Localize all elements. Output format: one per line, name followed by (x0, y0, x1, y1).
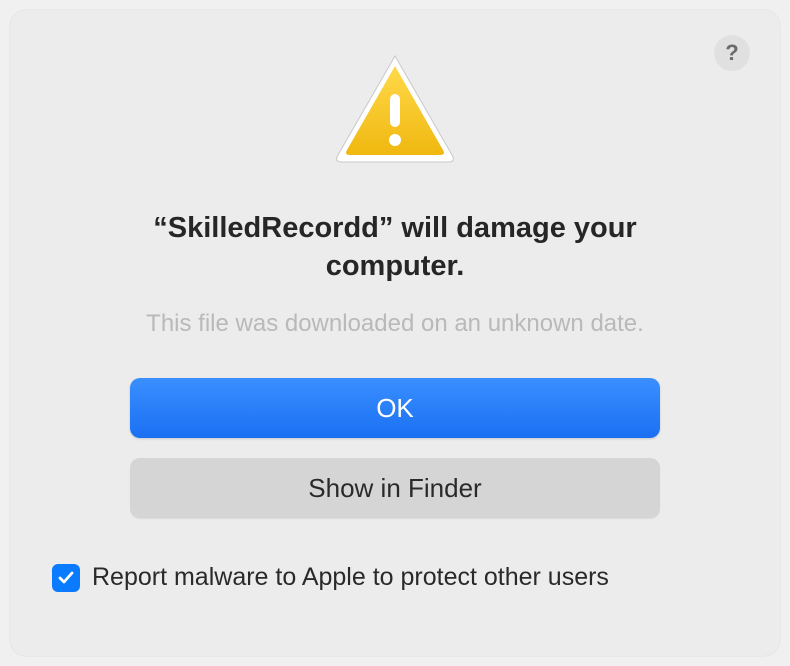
alert-dialog: ? “SkilledRecordd” will damage your comp… (10, 10, 780, 656)
report-malware-row: Report malware to Apple to protect other… (40, 563, 609, 592)
ok-button[interactable]: OK (130, 378, 660, 438)
warning-icon (330, 50, 460, 175)
report-malware-label: Report malware to Apple to protect other… (92, 563, 609, 592)
report-malware-checkbox[interactable] (52, 564, 80, 592)
alert-title: “SkilledRecordd” will damage your comput… (95, 210, 695, 285)
alert-subtitle: This file was downloaded on an unknown d… (146, 310, 644, 338)
checkmark-icon (57, 569, 75, 587)
help-button[interactable]: ? (714, 35, 750, 71)
show-in-finder-button[interactable]: Show in Finder (130, 458, 660, 518)
